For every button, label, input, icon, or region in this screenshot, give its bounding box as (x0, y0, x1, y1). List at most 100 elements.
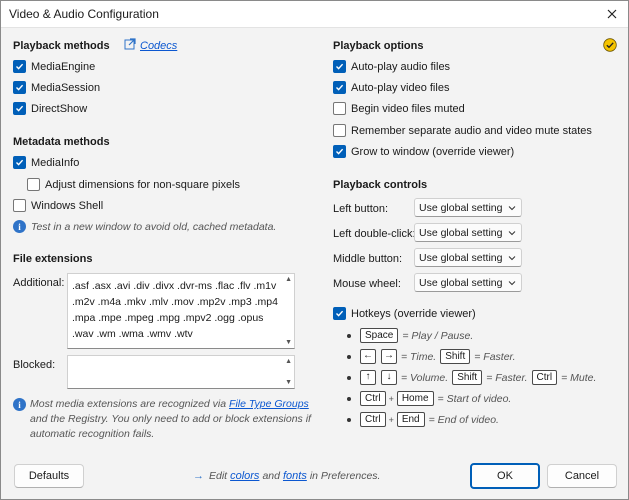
scroll-up-icon[interactable]: ▲ (285, 276, 292, 283)
info-icon: i (13, 220, 26, 233)
bullet-icon (347, 333, 351, 338)
checkbox-directshow[interactable]: DirectShow (13, 102, 87, 115)
left-double-click-select[interactable]: Use global setting (414, 223, 522, 242)
time-desc: = Time. (401, 350, 437, 363)
left-button-label: Left button: (333, 203, 389, 215)
chevron-down-icon (508, 278, 516, 290)
file-type-groups-link[interactable]: File Type Groups (229, 398, 309, 410)
checkbox-checked-icon (333, 60, 346, 73)
info-icon: i (13, 398, 26, 411)
mouse-wheel-select[interactable]: Use global setting (414, 273, 522, 292)
hotkey-row-time: ← → = Time. Shift = Faster. (347, 349, 516, 364)
windows-shell-label: Windows Shell (31, 199, 104, 212)
arrow-right-icon: → (193, 470, 204, 482)
close-icon[interactable] (602, 4, 622, 24)
hotkeys-label: Hotkeys (override viewer) (351, 307, 476, 320)
hotkey-row-end: Ctrl + End = End of video. (347, 412, 499, 427)
checkbox-checked-icon (333, 307, 346, 320)
key-ctrl: Ctrl (360, 412, 386, 427)
mediasession-label: MediaSession (31, 81, 101, 94)
fonts-link[interactable]: fonts (283, 470, 307, 482)
checkbox-mediaengine[interactable]: MediaEngine (13, 60, 95, 73)
checkbox-unchecked-icon (333, 124, 346, 137)
key-shift: Shift (440, 349, 471, 364)
additional-extensions-input[interactable]: .asf .asx .avi .div .divx .dvr-ms .flac … (67, 273, 295, 349)
additional-label: Additional: (13, 277, 65, 289)
checkbox-unchecked-icon (13, 199, 26, 212)
note-suffix: and the Registry. You only need to add o… (30, 413, 311, 440)
bullet-icon (347, 375, 351, 380)
arrow-left-key-icon: ← (360, 349, 376, 364)
start-desc: = Start of video. (437, 392, 512, 405)
directshow-label: DirectShow (31, 102, 88, 115)
checkbox-mediasession[interactable]: MediaSession (13, 81, 100, 94)
checkbox-hotkeys[interactable]: Hotkeys (override viewer) (333, 307, 476, 320)
end-desc: = End of video. (428, 413, 499, 426)
autoplay-audio-label: Auto-play audio files (351, 60, 451, 73)
arrow-down-key-icon: ↓ (381, 370, 397, 385)
middle-button-select[interactable]: Use global setting (414, 248, 522, 267)
additional-extensions-value: .asf .asx .avi .div .divx .dvr-ms .flac … (72, 280, 278, 340)
file-extensions-heading: File extensions (13, 253, 93, 265)
bullet-icon (347, 396, 351, 401)
key-ctrl: Ctrl (360, 391, 386, 406)
mediainfo-label: MediaInfo (31, 156, 80, 169)
middle-button-value: Use global setting (419, 252, 503, 264)
middle-button-label: Middle button: (333, 253, 403, 265)
checkbox-checked-icon (333, 81, 346, 94)
title-bar: Video & Audio Configuration (1, 1, 628, 28)
chevron-down-icon (508, 253, 516, 265)
autoplay-video-label: Auto-play video files (351, 81, 450, 94)
hotkey-row-space: Space = Play / Pause. (347, 328, 473, 343)
status-check-icon (603, 38, 617, 55)
space-desc: = Play / Pause. (402, 329, 474, 342)
scroll-up-icon[interactable]: ▲ (285, 358, 292, 365)
scroll-down-icon[interactable]: ▼ (285, 339, 292, 346)
checkbox-grow-to-window[interactable]: Grow to window (override viewer) (333, 145, 514, 158)
ok-button[interactable]: OK (470, 463, 540, 489)
playback-options-heading: Playback options (333, 40, 424, 52)
extensions-note-text: Most media extensions are recognized via… (30, 397, 315, 442)
checkbox-begin-muted[interactable]: Begin video files muted (333, 102, 465, 115)
checkbox-checked-icon (13, 81, 26, 94)
plus-sign: + (388, 414, 394, 425)
checkbox-autoplay-video[interactable]: Auto-play video files (333, 81, 449, 94)
edit-prefix: Edit (209, 470, 228, 482)
scroll-down-icon[interactable]: ▼ (285, 379, 292, 386)
mouse-wheel-label: Mouse wheel: (333, 278, 401, 290)
faster-desc: = Faster. (486, 371, 528, 384)
key-shift: Shift (452, 370, 483, 385)
adjust-dimensions-label: Adjust dimensions for non-square pixels (45, 178, 241, 191)
arrow-right-key-icon: → (381, 349, 397, 364)
blocked-extensions-input[interactable]: ▲ ▼ (67, 355, 295, 389)
chevron-down-icon (508, 228, 516, 240)
left-button-select[interactable]: Use global setting (414, 198, 522, 217)
remember-mute-label: Remember separate audio and video mute s… (351, 124, 592, 137)
note-prefix: Most media extensions are recognized via (30, 398, 227, 410)
begin-muted-label: Begin video files muted (351, 102, 465, 115)
metadata-hint-text: Test in a new window to avoid old, cache… (31, 220, 277, 233)
left-button-value: Use global setting (419, 202, 503, 214)
chevron-down-icon (508, 203, 516, 215)
checkbox-remember-mute[interactable]: Remember separate audio and video mute s… (333, 124, 592, 137)
left-double-click-label: Left double-click: (333, 228, 416, 240)
codecs-link[interactable]: Codecs (124, 38, 177, 53)
defaults-button[interactable]: Defaults (14, 464, 84, 488)
checkbox-autoplay-audio[interactable]: Auto-play audio files (333, 60, 450, 73)
metadata-methods-heading: Metadata methods (13, 136, 110, 148)
and-text: and (262, 470, 280, 482)
arrow-up-key-icon: ↑ (360, 370, 376, 385)
colors-link[interactable]: colors (230, 470, 259, 482)
dialog-window: Video & Audio Configuration Playback met… (0, 0, 629, 500)
hotkey-row-home: Ctrl + Home = Start of video. (347, 391, 511, 406)
checkbox-adjust-dimensions[interactable]: Adjust dimensions for non-square pixels (27, 178, 240, 191)
checkbox-unchecked-icon (333, 102, 346, 115)
cancel-button[interactable]: Cancel (547, 464, 617, 488)
checkbox-checked-icon (13, 102, 26, 115)
checkbox-checked-icon (13, 60, 26, 73)
volume-desc: = Volume. (401, 371, 449, 384)
metadata-hint: i Test in a new window to avoid old, cac… (13, 220, 276, 233)
checkbox-mediainfo[interactable]: MediaInfo (13, 156, 79, 169)
checkbox-windows-shell[interactable]: Windows Shell (13, 199, 103, 212)
playback-controls-heading: Playback controls (333, 179, 428, 191)
